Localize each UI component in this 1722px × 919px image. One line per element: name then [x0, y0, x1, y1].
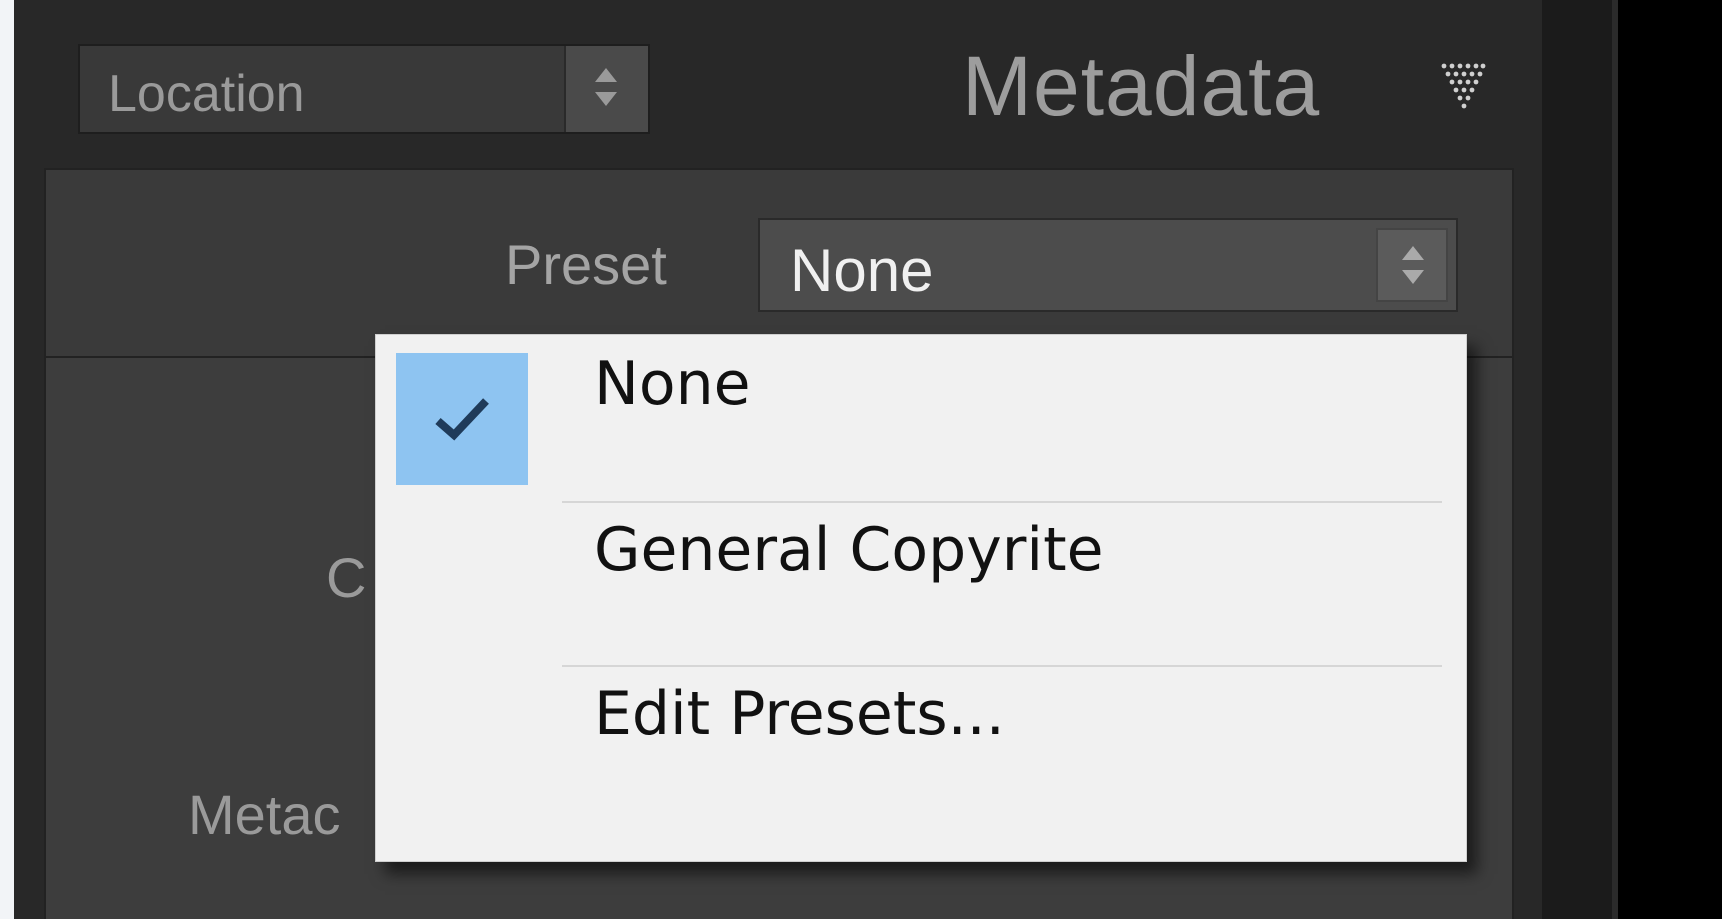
- preset-dropdown-menu: None General Copyrite Edit Presets...: [375, 334, 1467, 862]
- panel-title[interactable]: Metadata: [962, 38, 1320, 135]
- stepper-arrows-icon[interactable]: [1376, 228, 1448, 302]
- arrow-up-icon: [1402, 246, 1424, 260]
- metadata-view-select[interactable]: Location: [78, 44, 650, 134]
- field-label-partial: Metac: [188, 783, 341, 846]
- panel-frame: [1542, 0, 1612, 919]
- window-edge: [1618, 0, 1722, 919]
- field-label-partial: C: [326, 546, 367, 609]
- arrow-down-icon: [1402, 270, 1424, 284]
- arrow-down-icon: [595, 92, 617, 106]
- preset-select[interactable]: None: [758, 218, 1458, 312]
- metadata-view-value: Location: [108, 65, 305, 123]
- menu-separator: [562, 665, 1442, 667]
- collapse-triangle-icon[interactable]: [1440, 60, 1486, 120]
- menu-item-label: Edit Presets...: [594, 679, 1005, 749]
- menu-item-label: General Copyrite: [594, 515, 1104, 585]
- menu-item-label: None: [594, 349, 751, 419]
- stepper-arrows-icon[interactable]: [564, 46, 648, 132]
- checkmark-icon: [396, 353, 528, 485]
- menu-item-edit-presets[interactable]: Edit Presets...: [376, 669, 1466, 819]
- menu-separator: [562, 501, 1442, 503]
- arrow-up-icon: [595, 68, 617, 82]
- menu-item-general-copyrite[interactable]: General Copyrite: [376, 505, 1466, 655]
- menu-item-none[interactable]: None: [376, 335, 1466, 485]
- preset-label: Preset: [505, 233, 667, 296]
- preset-selected-value: None: [790, 237, 934, 304]
- desktop-edge: [0, 0, 14, 919]
